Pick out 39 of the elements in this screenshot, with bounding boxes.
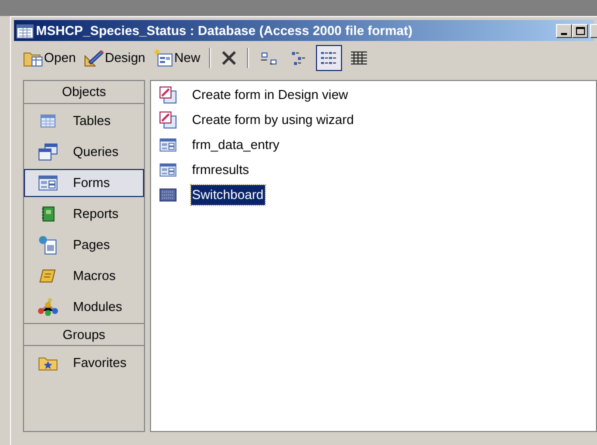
form-icon: [159, 138, 177, 152]
form-list-item[interactable]: Switchboard: [191, 185, 265, 205]
toolbar-button[interactable]: Open: [21, 46, 78, 70]
object-type-item[interactable]: Macros: [24, 262, 144, 290]
form-list-item[interactable]: frm_data_entry: [191, 135, 280, 155]
molecule-icon: [37, 297, 59, 317]
globe-page-icon: [38, 235, 58, 255]
object-type-item[interactable]: Favorites: [24, 349, 144, 377]
form-icon: [38, 175, 58, 191]
form-list-item[interactable]: frmresults: [191, 160, 250, 180]
object-type-item[interactable]: Reports: [24, 200, 144, 228]
form-wizard-icon: [159, 111, 177, 129]
table-icon: [39, 113, 57, 129]
object-type-item[interactable]: Forms: [24, 169, 144, 197]
window-title: MSHCP_Species_Status : Database (Access 2000 file format): [36, 22, 412, 40]
object-type-item[interactable]: Modules: [24, 293, 144, 321]
section-header[interactable]: Groups: [24, 323, 144, 346]
form-list-item[interactable]: Create form in Design view: [191, 85, 350, 105]
switchboard-icon: [159, 188, 177, 202]
list-view-icon[interactable]: [316, 45, 342, 71]
minimize-button[interactable]: [556, 24, 572, 38]
maximize-button[interactable]: [572, 24, 588, 38]
toolbar-button[interactable]: New: [151, 46, 202, 70]
object-type-item[interactable]: Pages: [24, 231, 144, 259]
toolbar-button[interactable]: Design: [82, 46, 148, 70]
ruler-pencil-icon: [84, 49, 104, 67]
database-icon: [16, 22, 34, 38]
object-type-item[interactable]: Queries: [24, 138, 144, 166]
object-type-item[interactable]: Tables: [24, 107, 144, 135]
stacked-windows-icon: [38, 143, 58, 161]
scroll-icon: [39, 268, 57, 284]
new-form-icon: [153, 49, 174, 67]
form-list-item[interactable]: Create form by using wizard: [191, 110, 355, 130]
book-icon: [40, 205, 56, 223]
star-folder-icon: [38, 355, 58, 371]
section-header[interactable]: Objects: [24, 81, 144, 104]
form-wizard-icon: [159, 86, 177, 104]
delete-icon: [221, 50, 238, 66]
form-icon: [159, 163, 177, 177]
